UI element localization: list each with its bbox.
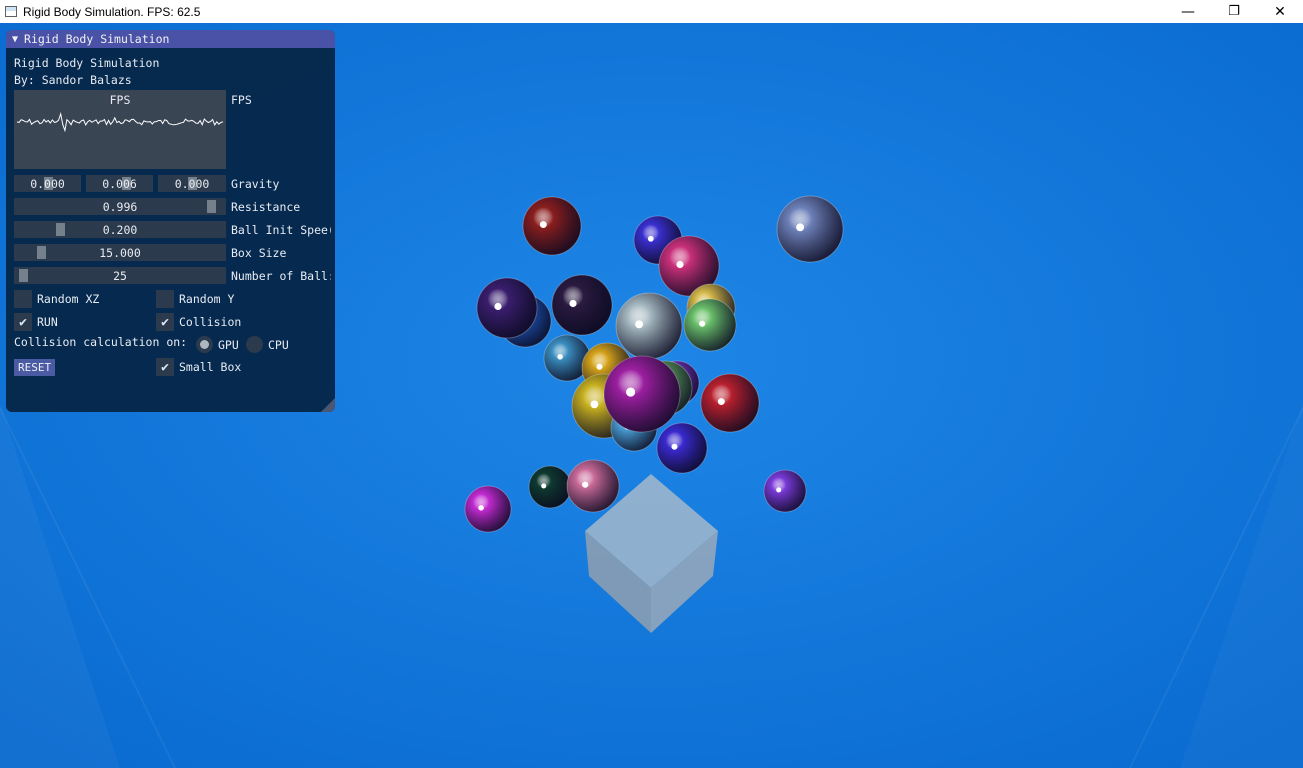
window-title: Rigid Body Simulation. FPS: 62.5 xyxy=(23,4,201,19)
collision-check-icon: ✔ xyxy=(161,314,169,330)
resistance-slider[interactable]: 0.996 xyxy=(14,198,226,215)
cpu-label: CPU xyxy=(268,338,289,352)
ball-shade-7 xyxy=(615,292,683,360)
ball-shade-22 xyxy=(763,469,807,513)
resistance-label: Resistance xyxy=(231,200,301,214)
resistance-grab[interactable] xyxy=(207,200,216,213)
fps-plot-label: FPS xyxy=(231,93,252,107)
ball-shade-16 xyxy=(603,355,681,433)
ball-highlight-6 xyxy=(569,299,577,308)
ball-shade-20 xyxy=(566,459,620,513)
gravity-x-slider[interactable]: 0.000 xyxy=(14,175,81,192)
run-label: RUN xyxy=(37,315,58,329)
init-speed-grab[interactable] xyxy=(56,223,65,236)
num-balls-value: 25 xyxy=(113,268,127,283)
run-checkbox[interactable]: ✔ xyxy=(14,313,32,331)
init-speed-value: 0.200 xyxy=(102,222,138,237)
reset-button[interactable]: RESET xyxy=(14,359,56,376)
restore-button[interactable]: ❐ xyxy=(1211,0,1257,23)
box-size-slider[interactable]: 15.000 xyxy=(14,244,226,261)
ball-highlight-20 xyxy=(582,481,589,488)
close-button[interactable]: ✕ xyxy=(1257,0,1303,23)
gravity-y-slider[interactable]: 0.006 xyxy=(86,175,153,192)
ball-highlight-19 xyxy=(541,483,547,489)
gravity-x-value: 0.000 xyxy=(30,176,65,191)
ball-highlight-9 xyxy=(699,320,706,327)
ball-shade-9 xyxy=(683,298,737,352)
num-balls-grab[interactable] xyxy=(19,269,28,282)
window-titlebar: Rigid Body Simulation. FPS: 62.5 — ❐ ✕ xyxy=(0,0,1303,23)
run-check-icon: ✔ xyxy=(19,314,27,330)
ball-shade-21 xyxy=(464,485,512,533)
simulation-panel: ▼ Rigid Body Simulation Rigid Body Simul… xyxy=(6,30,335,412)
ball-highlight-18 xyxy=(671,443,678,450)
minimize-button[interactable]: — xyxy=(1165,0,1211,23)
num-balls-label: Number of Ball: xyxy=(231,269,331,283)
ball-highlight-5 xyxy=(494,302,502,311)
collision-checkbox[interactable]: ✔ xyxy=(156,313,174,331)
panel-heading: Rigid Body Simulation xyxy=(14,56,160,70)
ball-shade-17 xyxy=(700,373,760,433)
num-balls-slider[interactable]: 25 xyxy=(14,267,226,284)
ball-highlight-11 xyxy=(596,363,603,370)
ball-highlight-3 xyxy=(796,223,805,232)
random-y-label: Random Y xyxy=(179,292,235,306)
ball-highlight-14 xyxy=(590,400,599,409)
cpu-radio[interactable] xyxy=(246,336,263,353)
ball-highlight-16 xyxy=(626,387,636,397)
random-xz-label: Random XZ xyxy=(37,292,100,306)
panel-title: Rigid Body Simulation xyxy=(24,32,170,46)
gpu-label: GPU xyxy=(218,338,239,352)
gravity-y-value: 0.006 xyxy=(102,176,137,191)
ball-highlight-10 xyxy=(557,354,563,360)
ball-highlight-0 xyxy=(539,221,547,229)
gravity-z-value: 0.000 xyxy=(174,176,210,191)
init-speed-label: Ball Init Spee( xyxy=(231,223,331,237)
init-speed-slider[interactable]: 0.200 xyxy=(14,221,226,238)
small-box-check-icon: ✔ xyxy=(161,359,169,375)
gravity-label: Gravity xyxy=(231,177,280,191)
ball-highlight-21 xyxy=(478,505,484,511)
ball-shade-0 xyxy=(522,196,582,256)
collision-calc-label: Collision calculation on: xyxy=(14,335,188,349)
box-size-label: Box Size xyxy=(231,246,287,260)
random-y-checkbox[interactable] xyxy=(156,290,174,308)
ball-highlight-17 xyxy=(717,398,725,406)
box-size-grab[interactable] xyxy=(37,246,46,259)
app-icon xyxy=(5,6,17,17)
ball-shade-18 xyxy=(656,422,708,474)
resize-grip-icon[interactable] xyxy=(321,398,335,412)
panel-header[interactable]: ▼ Rigid Body Simulation xyxy=(6,30,335,48)
gravity-z-slider[interactable]: 0.000 xyxy=(158,175,226,192)
ball-highlight-22 xyxy=(776,487,782,493)
ball-shade-5 xyxy=(476,277,538,339)
ball-highlight-2 xyxy=(676,260,684,269)
ball-shade-6 xyxy=(551,274,613,336)
author-line: By: Sandor Balazs xyxy=(14,73,132,87)
gpu-radio[interactable] xyxy=(196,336,213,353)
ball-highlight-1 xyxy=(647,235,654,242)
fps-plot-line xyxy=(16,111,224,133)
ball-shade-3 xyxy=(776,195,844,263)
small-box-checkbox[interactable]: ✔ xyxy=(156,358,174,376)
small-box-label: Small Box xyxy=(179,360,242,374)
box-size-value: 15.000 xyxy=(99,245,141,260)
random-xz-checkbox[interactable] xyxy=(14,290,32,308)
fps-plot[interactable]: FPS xyxy=(14,90,226,169)
resistance-value: 0.996 xyxy=(102,199,138,214)
ball-shade-19 xyxy=(528,465,572,509)
window-controls: — ❐ ✕ xyxy=(1165,0,1303,23)
ball-highlight-7 xyxy=(635,320,644,329)
collapse-arrow-icon[interactable]: ▼ xyxy=(12,34,18,45)
collision-label: Collision xyxy=(179,315,242,329)
gpu-radio-dot xyxy=(200,340,209,349)
